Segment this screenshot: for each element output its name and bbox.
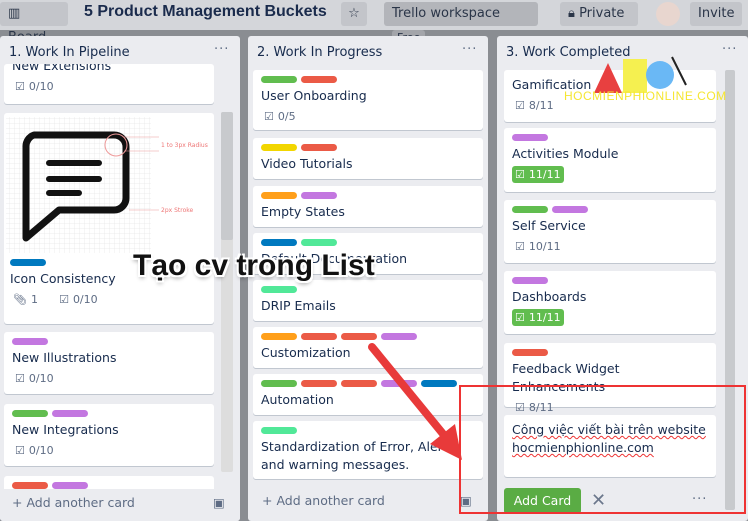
watermark-logo: HOCMIENPHIONLINE.COM: [564, 55, 726, 103]
tutorial-caption: Tạo cv trong List: [133, 249, 375, 282]
